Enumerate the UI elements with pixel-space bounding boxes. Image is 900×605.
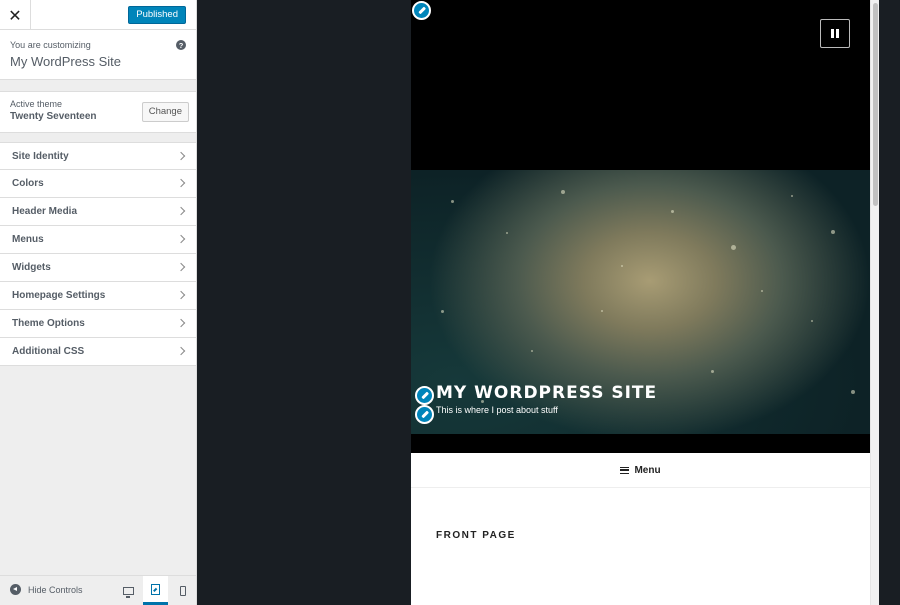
hide-controls-label: Hide Controls [28, 584, 83, 595]
customize-info: You are customizing My WordPress Site ? [0, 30, 196, 80]
header-bottom [411, 434, 870, 453]
active-theme-panel: Active theme Twenty Seventeen Change [0, 91, 196, 133]
section-header-media[interactable]: Header Media [0, 198, 196, 226]
edit-tagline-shortcut[interactable] [415, 405, 434, 424]
section-additional-css[interactable]: Additional CSS [0, 338, 196, 366]
chevron-right-icon [176, 234, 186, 244]
chevron-right-icon [176, 206, 186, 216]
section-list: Site Identity Colors Header Media Menus … [0, 142, 196, 366]
section-label: Header Media [12, 206, 78, 217]
close-icon[interactable]: ✕ [0, 0, 31, 30]
scrollbar-thumb[interactable] [873, 3, 878, 206]
header-top [411, 0, 870, 170]
pause-icon[interactable] [820, 19, 850, 48]
section-label: Colors [12, 178, 44, 189]
edit-title-shortcut[interactable] [415, 386, 434, 405]
section-menus[interactable]: Menus [0, 226, 196, 254]
chevron-right-icon [176, 318, 186, 328]
preview-scrollbar[interactable] [870, 0, 879, 605]
site-preview: MY WORDPRESS SITE This is where I post a… [411, 0, 870, 605]
section-label: Theme Options [12, 318, 85, 329]
mobile-icon [179, 585, 186, 596]
section-widgets[interactable]: Widgets [0, 254, 196, 282]
chevron-right-icon [176, 151, 186, 161]
chevron-right-icon [176, 178, 186, 188]
tablet-icon [151, 583, 160, 595]
chevron-right-icon [176, 346, 186, 356]
customizer-header: ✕ Published [0, 0, 196, 30]
navigation-bar[interactable]: Menu [411, 453, 870, 488]
section-theme-options[interactable]: Theme Options [0, 310, 196, 338]
section-label: Widgets [12, 262, 51, 273]
pencil-icon [417, 6, 426, 15]
publish-button[interactable]: Published [128, 6, 186, 24]
preview-mobile-button[interactable] [170, 576, 195, 605]
preview-tagline: This is where I post about stuff [436, 405, 558, 415]
collapse-icon [10, 584, 21, 595]
preview-desktop-button[interactable] [116, 576, 141, 605]
customizer-footer: Hide Controls [0, 575, 196, 605]
section-label: Additional CSS [12, 346, 85, 357]
help-icon[interactable]: ? [176, 40, 186, 50]
hide-controls-button[interactable]: Hide Controls [10, 584, 83, 595]
pencil-icon [420, 410, 429, 419]
site-title: My WordPress Site [10, 54, 122, 69]
menu-icon [620, 466, 630, 474]
section-site-identity[interactable]: Site Identity [0, 142, 196, 170]
edit-header-shortcut[interactable] [412, 1, 431, 20]
section-label: Homepage Settings [12, 290, 106, 301]
chevron-right-icon [176, 262, 186, 272]
menu-label: Menu [634, 464, 661, 476]
chevron-right-icon [176, 290, 186, 300]
preview-tablet-button[interactable] [143, 576, 168, 605]
preview-site-name[interactable]: MY WORDPRESS SITE [436, 383, 657, 403]
section-colors[interactable]: Colors [0, 170, 196, 198]
section-label: Menus [12, 234, 44, 245]
front-page-heading: FRONT PAGE [436, 530, 516, 541]
section-label: Site Identity [12, 150, 69, 162]
pencil-icon [420, 391, 429, 400]
customizer-sidebar: ✕ Published You are customizing My WordP… [0, 0, 197, 605]
desktop-icon [123, 586, 134, 598]
customizing-label: You are customizing [10, 40, 91, 50]
section-homepage-settings[interactable]: Homepage Settings [0, 282, 196, 310]
change-theme-button[interactable]: Change [141, 102, 189, 122]
